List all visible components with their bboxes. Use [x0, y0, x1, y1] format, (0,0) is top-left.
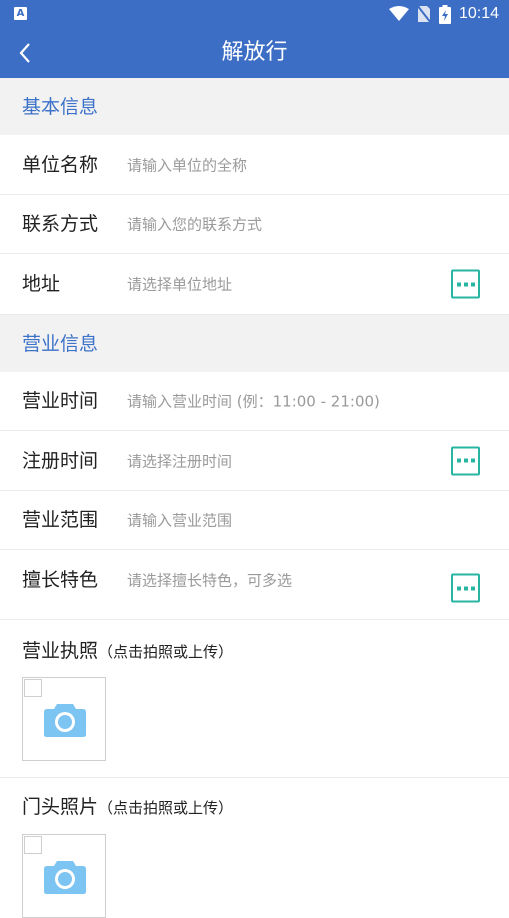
- storefront-title-text: 门头照片: [22, 796, 99, 818]
- register-time-input[interactable]: 请选择注册时间: [127, 450, 427, 471]
- status-icons: 10:14: [388, 4, 499, 24]
- register-time-more-icon[interactable]: [451, 446, 480, 475]
- wifi-icon: [388, 6, 409, 21]
- row-specialty[interactable]: 擅长特色 请选择擅长特色，可多选: [0, 550, 509, 620]
- business-hours-label: 营业时间: [22, 389, 99, 412]
- status-bar: A 10:14: [0, 0, 509, 28]
- section-header-basic: 基本信息: [0, 78, 509, 135]
- upload-storefront-section: 门头照片（点击拍照或上传）: [0, 778, 509, 918]
- license-checkbox[interactable]: [24, 679, 42, 697]
- address-label: 地址: [22, 272, 61, 295]
- specialty-input[interactable]: 请选择擅长特色，可多选: [127, 570, 427, 591]
- row-business-hours[interactable]: 营业时间 请输入营业时间 (例：11:00 - 21:00): [0, 372, 509, 431]
- business-hours-input[interactable]: 请输入营业时间 (例：11:00 - 21:00): [127, 391, 427, 412]
- storefront-title: 门头照片（点击拍照或上传）: [22, 792, 233, 819]
- address-more-icon[interactable]: [451, 269, 480, 299]
- row-contact[interactable]: 联系方式 请输入您的联系方式: [0, 195, 509, 254]
- camera-icon: [44, 861, 86, 894]
- business-scope-input[interactable]: 请输入营业范围: [127, 510, 427, 531]
- storefront-upload-box[interactable]: [22, 834, 106, 918]
- specialty-more-icon[interactable]: [451, 573, 480, 603]
- page-title: 解放行: [221, 40, 288, 65]
- app-bar: 解放行: [0, 28, 509, 78]
- unit-name-label: 单位名称: [22, 153, 99, 176]
- battery-charging-icon: [438, 4, 451, 24]
- contact-label: 联系方式: [22, 212, 99, 235]
- row-address[interactable]: 地址 请选择单位地址: [0, 254, 509, 315]
- no-sim-icon: [416, 5, 431, 23]
- license-title-text: 营业执照: [22, 640, 99, 662]
- row-business-scope[interactable]: 营业范围 请输入营业范围: [0, 491, 509, 550]
- section-header-business: 营业信息: [0, 315, 509, 372]
- storefront-hint: （点击拍照或上传）: [98, 799, 234, 817]
- business-scope-label: 营业范围: [22, 508, 99, 531]
- camera-icon: [44, 704, 86, 737]
- clock: 10:14: [458, 5, 499, 22]
- notification-icon: A: [14, 7, 27, 20]
- upload-license-section: 营业执照（点击拍照或上传）: [0, 620, 509, 777]
- register-time-label: 注册时间: [22, 449, 99, 472]
- row-unit-name[interactable]: 单位名称 请输入单位的全称: [0, 135, 509, 195]
- section-title-basic: 基本信息: [22, 96, 99, 118]
- address-input[interactable]: 请选择单位地址: [127, 274, 427, 295]
- row-register-time[interactable]: 注册时间 请选择注册时间: [0, 431, 509, 491]
- storefront-checkbox[interactable]: [24, 836, 42, 854]
- license-upload-box[interactable]: [22, 677, 106, 761]
- contact-input[interactable]: 请输入您的联系方式: [127, 214, 427, 235]
- license-title: 营业执照（点击拍照或上传）: [22, 636, 233, 663]
- section-title-business: 营业信息: [22, 333, 99, 355]
- specialty-label: 擅长特色: [22, 568, 99, 591]
- license-hint: （点击拍照或上传）: [98, 643, 234, 661]
- unit-name-input[interactable]: 请输入单位的全称: [127, 154, 427, 175]
